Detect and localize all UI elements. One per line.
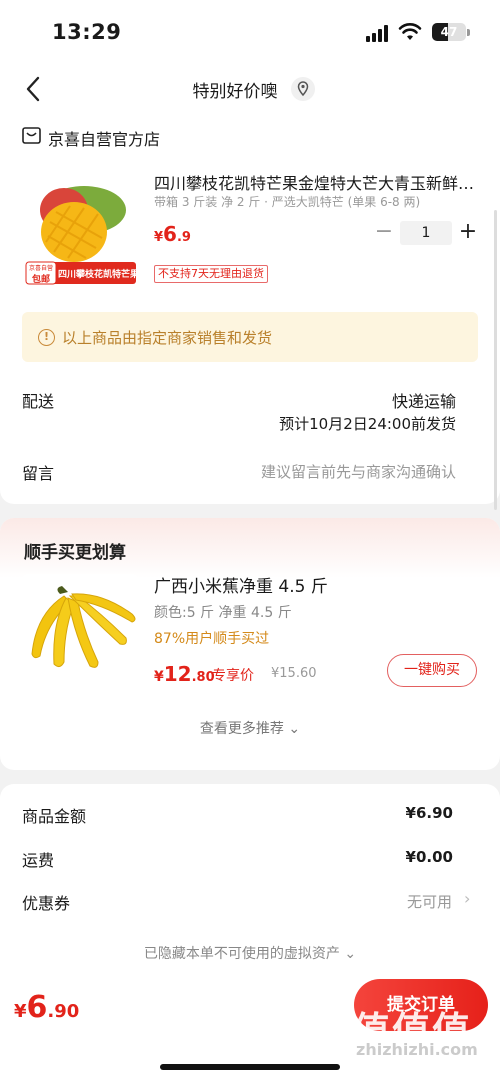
delivery-estimate: 预计10月2日24:00前发货 [279, 415, 456, 433]
shipping-label: 运费 [22, 851, 55, 870]
home-indicator[interactable] [160, 1064, 340, 1070]
price-decimal: .9 [176, 230, 191, 245]
delivery-label: 配送 [22, 392, 55, 411]
quantity-input[interactable]: 1 [400, 221, 452, 245]
status-time: 13:29 [52, 20, 122, 44]
product-spec: 带箱 3 斤装 净 2 斤 · 严选大凯特芒 (单果 6-8 两) [154, 195, 421, 209]
more-recommendations-link[interactable]: 查看更多推荐 ⌄ [0, 718, 500, 738]
one-click-buy-button[interactable]: 一键购买 [387, 654, 477, 687]
page-title: 特别好价噢 [192, 82, 278, 102]
total-price-integer: 6 [26, 990, 48, 1025]
total-price-decimal: .90 [47, 1001, 80, 1022]
product-price: ¥6.9 [154, 222, 191, 246]
upsell-bought-rate: 87%用户顺手买过 [154, 631, 270, 647]
store-name[interactable]: 京喜自营官方店 [48, 126, 160, 150]
coupon-label: 优惠券 [22, 894, 71, 913]
watermark-url: zhizhizhi.com [356, 1040, 478, 1059]
price-integer: 6 [163, 222, 177, 246]
upsell-title: 顺手买更划算 [24, 543, 126, 563]
image-badge-free: 包邮 [31, 275, 50, 285]
price-symbol: ¥ [154, 230, 164, 245]
scrollbar[interactable] [494, 210, 497, 510]
upsell-price: ¥12.80 [154, 662, 215, 686]
shipping-value: ¥0.00 [405, 848, 453, 866]
battery-level: 47 [440, 25, 458, 39]
upsell-price-symbol: ¥ [154, 669, 164, 685]
upsell-price-integer: 12 [163, 662, 192, 686]
image-badge-top: 京喜自营 [28, 265, 53, 272]
store-icon [22, 127, 41, 144]
note-label: 留言 [22, 464, 55, 483]
cellular-signal-icon [366, 24, 390, 42]
info-icon: ! [38, 329, 55, 346]
delivery-method[interactable]: 快递运输 [392, 388, 456, 412]
seller-notice-text: 以上商品由指定商家销售和发货 [62, 329, 273, 347]
product-image[interactable]: 京喜自营 包邮 四川攀枝花凯特芒果 [22, 170, 140, 288]
upsell-original-price: ¥15.60 [271, 666, 317, 681]
location-pin-icon[interactable] [291, 77, 315, 101]
product-title[interactable]: 四川攀枝花凯特芒果金煌特大芒大青玉新鲜水果 [154, 170, 480, 194]
quantity-plus-button[interactable]: + [458, 221, 478, 245]
upsell-price-tag: 专享价 [212, 668, 254, 684]
upsell-product-spec: 颜色:5 斤 净重 4.5 斤 [154, 605, 292, 621]
return-policy-badge: 不支持7天无理由退货 [154, 265, 268, 283]
image-badge-label: 四川攀枝花凯特芒果 [58, 270, 140, 280]
goods-amount-label: 商品金额 [22, 807, 87, 826]
battery-icon: 47 [432, 23, 466, 41]
note-input[interactable]: 建议留言前先与商家沟通确认 [261, 461, 456, 482]
upsell-product-image[interactable] [22, 574, 138, 690]
quantity-minus-button[interactable]: − [374, 221, 394, 244]
goods-amount-value: ¥6.90 [405, 804, 453, 822]
total-price: ¥6.90 [14, 990, 79, 1025]
coupon-value[interactable]: 无可用 [407, 891, 452, 912]
chevron-right-icon[interactable]: › [464, 889, 470, 908]
upsell-product-name[interactable]: 广西小米蕉净重 4.5 斤 [154, 572, 328, 597]
wifi-icon [398, 22, 422, 42]
hidden-assets-toggle[interactable]: 已隐藏本单不可使用的虚拟资产 ⌄ [0, 943, 500, 963]
total-price-symbol: ¥ [14, 1001, 27, 1022]
battery-tip [467, 29, 470, 36]
